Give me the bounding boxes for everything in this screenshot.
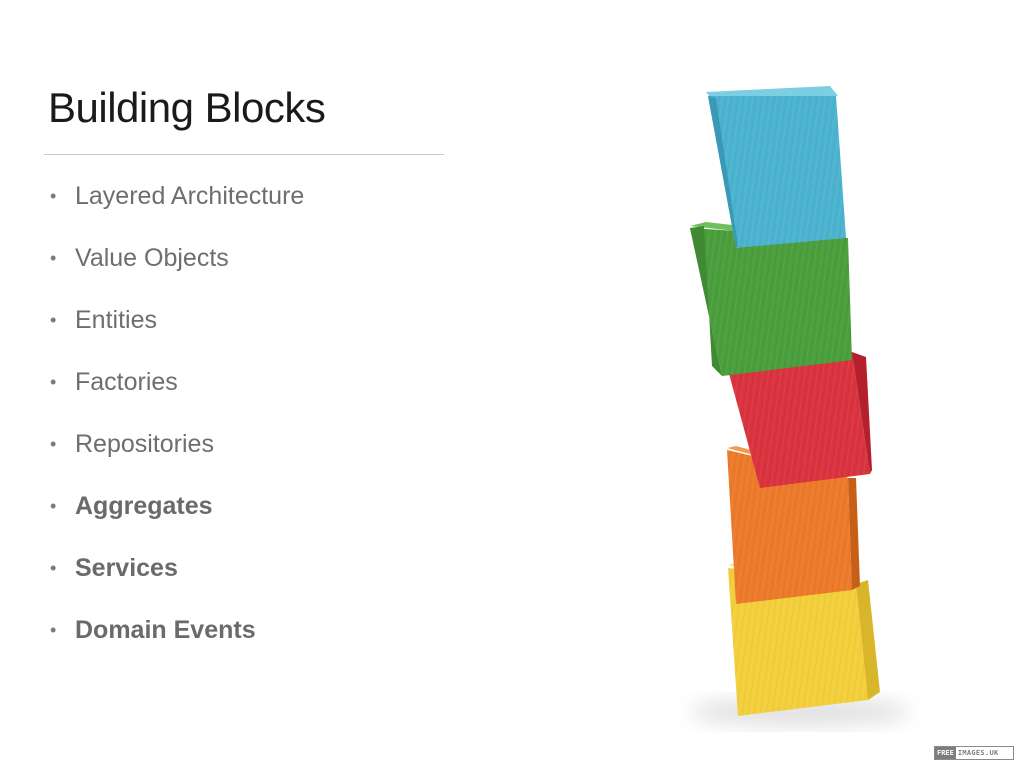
bullet-text: Factories bbox=[75, 368, 178, 396]
bullet-item-services: • Services bbox=[50, 551, 178, 585]
stacked-blocks-image bbox=[690, 86, 910, 726]
green-block bbox=[690, 222, 852, 376]
free-images-watermark: FREE IMAGES.UK bbox=[934, 746, 1014, 760]
bullet-item-aggregates: • Aggregates bbox=[50, 489, 213, 523]
bullet-text: Domain Events bbox=[75, 616, 256, 644]
bullet-item-value-objects: • Value Objects bbox=[50, 241, 229, 275]
bullet-item-factories: • Factories bbox=[50, 365, 178, 399]
bullet-item-entities: • Entities bbox=[50, 303, 157, 337]
bullet-item-domain-events: • Domain Events bbox=[50, 613, 256, 647]
slide: Building Blocks • Layered Architecture •… bbox=[0, 0, 1024, 768]
bullet-dot-icon: • bbox=[50, 186, 57, 206]
title-divider bbox=[44, 154, 444, 155]
bullet-text: Layered Architecture bbox=[75, 182, 305, 210]
bullet-dot-icon: • bbox=[50, 248, 57, 268]
bullet-dot-icon: • bbox=[50, 558, 57, 578]
bullet-item-layered-architecture: • Layered Architecture bbox=[50, 179, 304, 213]
bullet-text: Aggregates bbox=[75, 492, 213, 520]
blue-block bbox=[706, 86, 846, 248]
bullet-text: Value Objects bbox=[75, 244, 229, 272]
watermark-left-text: FREE bbox=[935, 747, 956, 759]
watermark-right-text: IMAGES.UK bbox=[957, 749, 999, 757]
slide-title: Building Blocks bbox=[48, 84, 326, 131]
bullet-dot-icon: • bbox=[50, 620, 57, 640]
bullet-dot-icon: • bbox=[50, 310, 57, 330]
bullet-text: Repositories bbox=[75, 430, 214, 458]
bullet-text: Services bbox=[75, 554, 178, 582]
bullet-text: Entities bbox=[75, 306, 157, 334]
bullet-dot-icon: • bbox=[50, 434, 57, 454]
bullet-item-repositories: • Repositories bbox=[50, 427, 214, 461]
bullet-dot-icon: • bbox=[50, 496, 57, 516]
bullet-dot-icon: • bbox=[50, 372, 57, 392]
